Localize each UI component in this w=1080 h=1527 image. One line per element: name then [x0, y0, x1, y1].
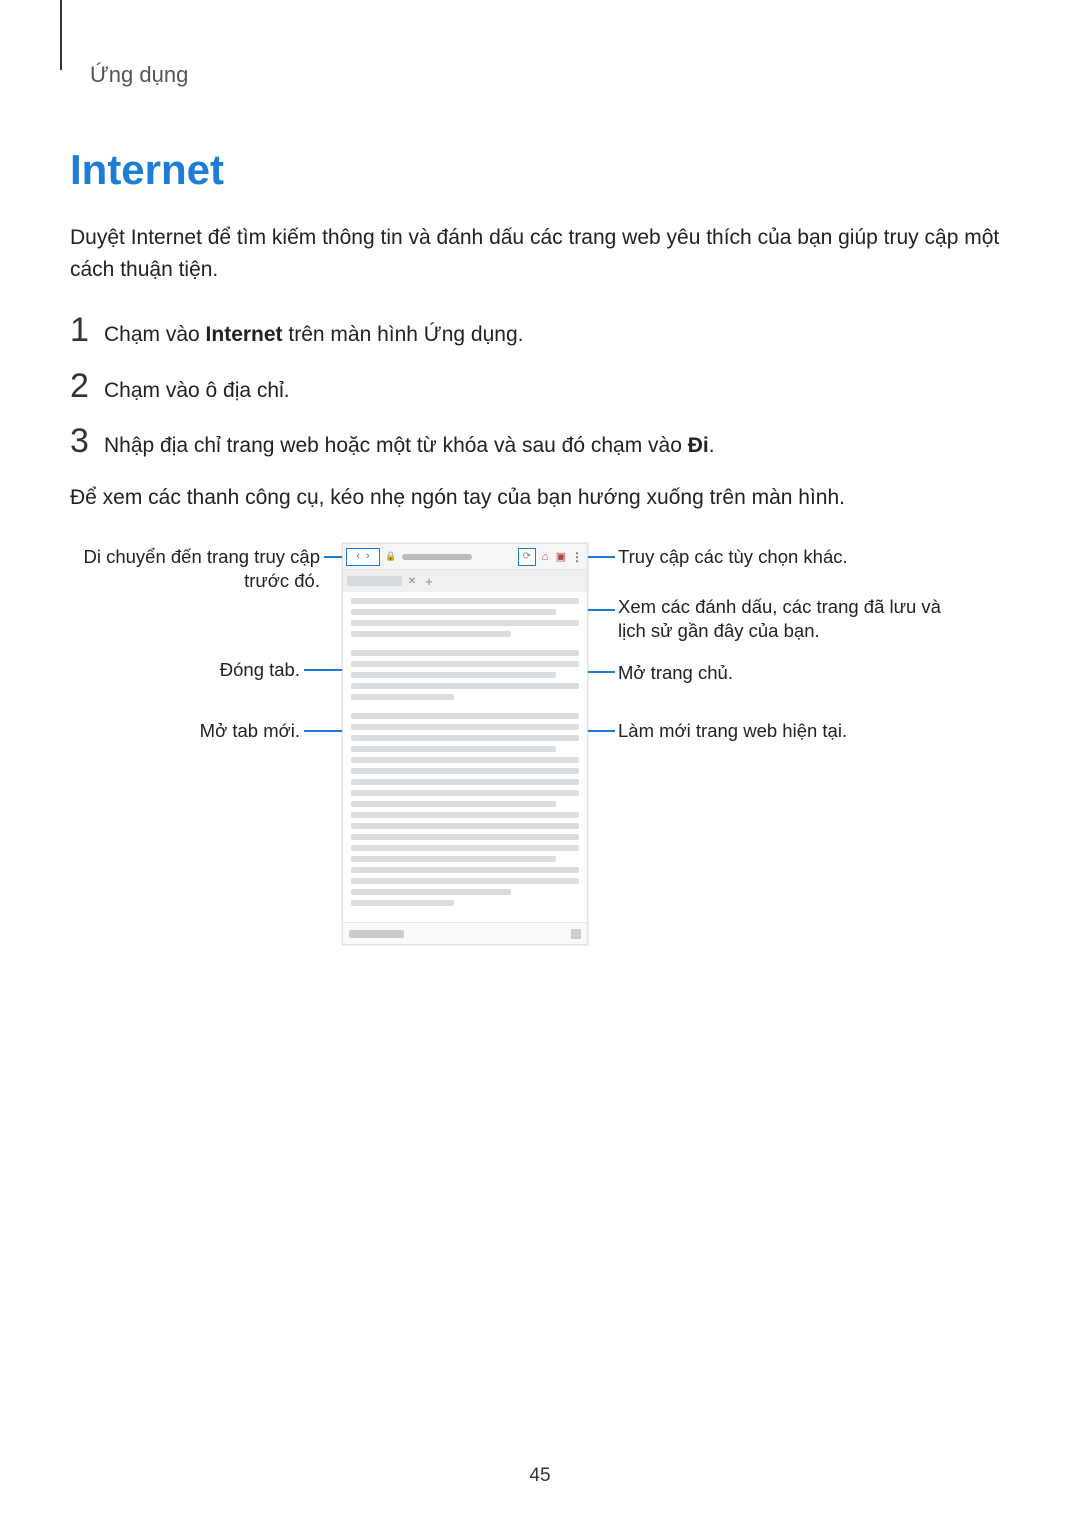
placeholder-line — [351, 845, 579, 851]
plus-icon: + — [422, 574, 436, 588]
footer-placeholder — [571, 929, 581, 939]
placeholder-line — [351, 801, 556, 807]
placeholder-line — [351, 779, 579, 785]
placeholder-line — [351, 867, 579, 873]
placeholder-line — [351, 735, 579, 741]
header-rule — [60, 0, 62, 70]
mock-footer — [343, 922, 587, 944]
callout-more-options: Truy cập các tùy chọn khác. — [618, 545, 938, 569]
placeholder-line — [351, 661, 579, 667]
address-bar — [402, 552, 512, 562]
placeholder-line — [351, 768, 579, 774]
placeholder-line — [351, 724, 579, 730]
step-number: 3 — [70, 424, 104, 458]
placeholder-line — [351, 694, 454, 700]
placeholder-line — [351, 746, 556, 752]
callout-home: Mở trang chủ. — [618, 661, 918, 685]
placeholder-line — [351, 834, 579, 840]
tab-chip — [347, 576, 402, 586]
step-number: 2 — [70, 369, 104, 403]
step-1: 1 Chạm vào Internet trên màn hình Ứng dụ… — [70, 313, 1010, 351]
post-steps-paragraph: Để xem các thanh công cụ, kéo nhẹ ngón t… — [70, 482, 1010, 514]
page-number: 45 — [0, 1465, 1080, 1487]
bookmark-icon: ▣ — [554, 550, 568, 564]
placeholder-line — [351, 878, 579, 884]
callout-bookmarks: Xem các đánh dấu, các trang đã lưu và lị… — [618, 595, 948, 643]
placeholder-line — [351, 620, 579, 626]
placeholder-line — [351, 631, 511, 637]
nav-back-forward: ‹ › — [346, 548, 380, 566]
mock-toolbar: ‹ › 🔒 ⟳ ⌂ ▣ ⋮ — [343, 544, 587, 570]
placeholder-line — [351, 757, 579, 763]
breadcrumb: Ứng dụng — [90, 30, 1010, 88]
step-2: 2 Chạm vào ô địa chỉ. — [70, 369, 1010, 407]
step-text: Chạm vào Internet trên màn hình Ứng dụng… — [104, 319, 524, 351]
chevron-right-icon: › — [366, 551, 370, 562]
refresh-button-box: ⟳ — [518, 548, 536, 566]
placeholder-line — [351, 790, 579, 796]
placeholder-line — [351, 812, 579, 818]
callout-refresh: Làm mới trang web hiện tại. — [618, 719, 918, 743]
address-text-placeholder — [402, 554, 472, 560]
step-text: Nhập địa chỉ trang web hoặc một từ khóa … — [104, 430, 715, 462]
placeholder-line — [351, 856, 556, 862]
placeholder-line — [351, 713, 579, 719]
mock-content — [343, 592, 587, 919]
figure: Di chuyển đến trang truy cập trước đó. Đ… — [70, 543, 1010, 973]
placeholder-line — [351, 889, 511, 895]
text: Nhập địa chỉ trang web hoặc một từ khóa … — [104, 434, 688, 457]
placeholder-line — [351, 672, 556, 678]
text: Chạm vào — [104, 323, 206, 346]
refresh-icon: ⟳ — [523, 551, 531, 562]
footer-placeholder — [349, 930, 404, 938]
chevron-left-icon: ‹ — [356, 551, 360, 562]
text: . — [709, 434, 715, 457]
placeholder-line — [351, 683, 579, 689]
browser-mockup: ‹ › 🔒 ⟳ ⌂ ▣ ⋮ ✕ + — [342, 543, 588, 945]
page-title: Internet — [70, 146, 1010, 194]
step-number: 1 — [70, 313, 104, 347]
step-3: 3 Nhập địa chỉ trang web hoặc một từ khó… — [70, 424, 1010, 462]
more-icon: ⋮ — [570, 550, 584, 564]
step-text: Chạm vào ô địa chỉ. — [104, 375, 290, 407]
lock-icon: 🔒 — [386, 552, 396, 562]
callout-close-tab: Đóng tab. — [70, 658, 300, 682]
mock-tabbar: ✕ + — [343, 570, 587, 592]
placeholder-line — [351, 609, 556, 615]
bold-app-name: Internet — [206, 323, 283, 346]
placeholder-line — [351, 900, 454, 906]
intro-paragraph: Duyệt Internet để tìm kiếm thông tin và … — [70, 222, 1010, 285]
placeholder-line — [351, 650, 579, 656]
bold-go: Đi — [688, 434, 709, 457]
callout-prev-page: Di chuyển đến trang truy cập trước đó. — [70, 545, 320, 593]
placeholder-line — [351, 598, 579, 604]
home-icon: ⌂ — [538, 550, 552, 564]
placeholder-line — [351, 823, 579, 829]
text: trên màn hình Ứng dụng. — [283, 323, 524, 346]
close-icon: ✕ — [406, 575, 418, 587]
callout-new-tab: Mở tab mới. — [70, 719, 300, 743]
